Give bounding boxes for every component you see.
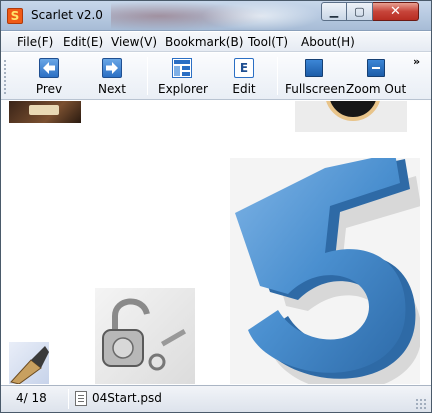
menu-about[interactable]: About(H) bbox=[301, 35, 355, 49]
thumbnail-image[interactable] bbox=[230, 158, 420, 384]
page-counter: 4/ 18 bbox=[16, 391, 47, 405]
arrow-left-icon bbox=[39, 58, 59, 78]
status-separator bbox=[68, 389, 69, 409]
explorer-label: Explorer bbox=[158, 82, 208, 96]
next-button[interactable]: Next bbox=[90, 55, 134, 98]
fullscreen-button[interactable]: Fullscreen bbox=[285, 55, 346, 98]
next-label: Next bbox=[98, 82, 126, 96]
close-button[interactable]: ✕ bbox=[373, 2, 419, 21]
toolbar: Prev Next Explorer E Edit Fullscreen Zoo… bbox=[1, 53, 431, 100]
prev-label: Prev bbox=[35, 82, 63, 96]
edit-icon: E bbox=[234, 58, 254, 78]
maximize-button[interactable]: ▢ bbox=[347, 2, 373, 21]
ring-graphic bbox=[325, 101, 381, 121]
app-icon[interactable]: S bbox=[7, 8, 23, 24]
menu-view[interactable]: View(V) bbox=[111, 35, 157, 49]
toolbar-separator bbox=[147, 57, 148, 95]
toolbar-overflow-button[interactable]: » bbox=[413, 55, 420, 68]
padlock-graphic bbox=[102, 298, 187, 371]
current-filename: 04Start.psd bbox=[92, 391, 162, 405]
arrow-right-icon bbox=[102, 58, 122, 78]
resize-grip[interactable] bbox=[415, 398, 427, 410]
toolbar-grip[interactable] bbox=[3, 59, 7, 95]
status-bar: 4/ 18 04Start.psd bbox=[1, 385, 431, 412]
minimize-button[interactable]: ▁ bbox=[321, 2, 347, 21]
zoom-out-label: Zoom Out bbox=[346, 82, 407, 96]
pen-nib-graphic bbox=[10, 346, 49, 384]
number-five-graphic bbox=[235, 158, 420, 384]
zoom-out-button[interactable]: Zoom Out bbox=[346, 55, 406, 98]
thumbnail-image[interactable] bbox=[95, 288, 195, 384]
file-icon bbox=[75, 391, 87, 406]
menu-file[interactable]: File(F) bbox=[17, 35, 53, 49]
explorer-button[interactable]: Explorer bbox=[158, 55, 208, 98]
close-icon: ✕ bbox=[390, 4, 401, 19]
explorer-icon bbox=[172, 58, 192, 78]
maximize-icon: ▢ bbox=[354, 5, 365, 18]
app-window: S Scarlet v2.0 ▁ ▢ ✕ File(F) Edit(E) Vie… bbox=[0, 0, 432, 413]
menu-bar: File(F) Edit(E) View(V) Bookmark(B) Tool… bbox=[1, 32, 431, 52]
menu-bookmark[interactable]: Bookmark(B) bbox=[165, 35, 243, 49]
fullscreen-label: Fullscreen bbox=[285, 82, 346, 96]
thumbnail-image[interactable] bbox=[9, 101, 81, 123]
toolbar-separator bbox=[277, 57, 278, 95]
title-bar-artifact bbox=[201, 1, 321, 30]
thumbnail-image[interactable] bbox=[295, 101, 407, 132]
prev-button[interactable]: Prev bbox=[27, 55, 71, 98]
window-title: Scarlet v2.0 bbox=[31, 8, 103, 22]
zoom-out-icon bbox=[367, 59, 385, 77]
menu-edit[interactable]: Edit(E) bbox=[63, 35, 103, 49]
title-bar[interactable]: S Scarlet v2.0 ▁ ▢ ✕ bbox=[1, 1, 431, 31]
thumbnail-image[interactable] bbox=[9, 342, 49, 384]
fullscreen-icon bbox=[305, 59, 323, 77]
edit-label: Edit bbox=[232, 82, 256, 96]
menu-tool[interactable]: Tool(T) bbox=[248, 35, 288, 49]
minimize-icon: ▁ bbox=[329, 5, 339, 18]
edit-button[interactable]: E Edit bbox=[223, 55, 265, 98]
image-viewer-canvas[interactable] bbox=[1, 101, 431, 384]
